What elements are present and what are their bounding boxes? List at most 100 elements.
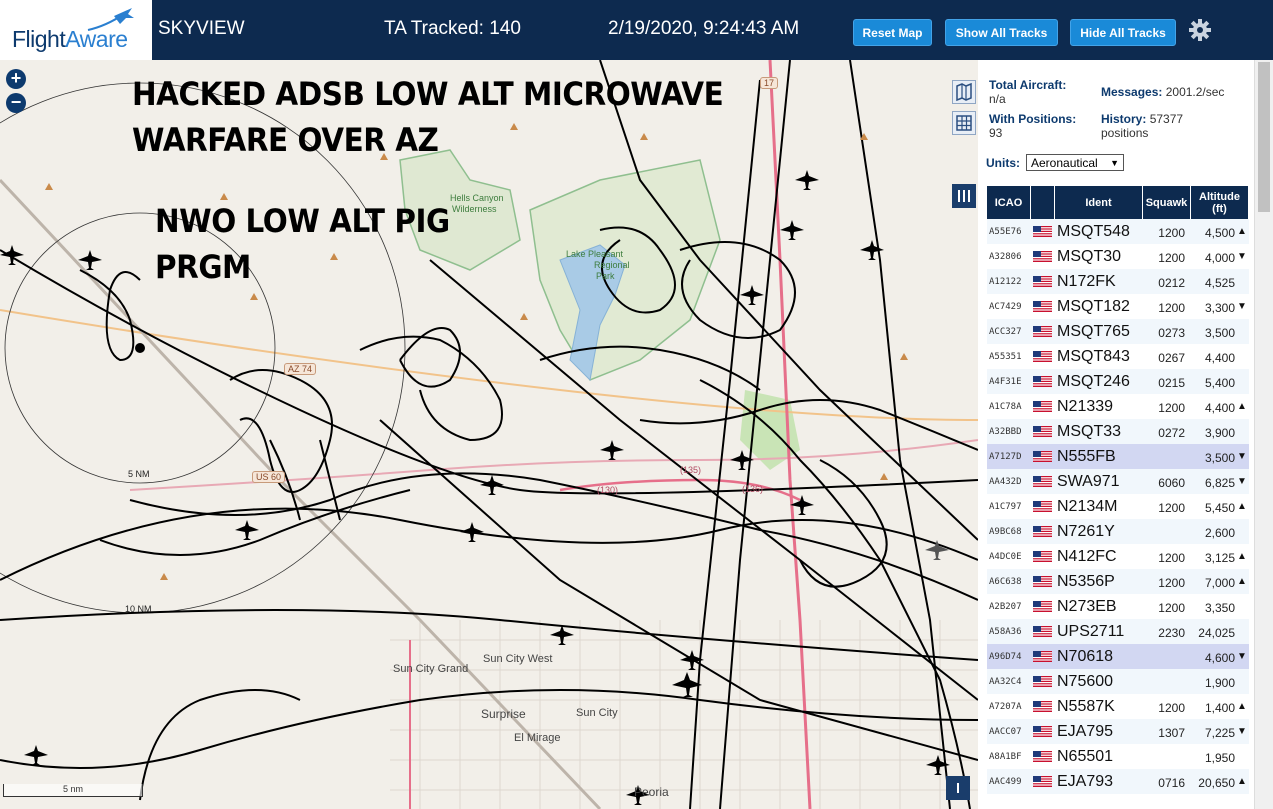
row-icao: A12122 [989,277,1022,287]
table-row[interactable]: A12122 N172FK 0212 4,525 [987,269,1249,294]
table-row[interactable]: AACC07 EJA795 1307 7,225 ▼ [987,719,1249,744]
row-icao: AAC499 [989,777,1022,787]
row-altitude-trend: ▼ [1237,301,1247,312]
place-lake-pleasant: Lake Pleasant [566,249,624,259]
zoom-out-button[interactable]: − [6,93,26,113]
row-altitude-trend: ▲ [1237,701,1247,712]
row-altitude: 3,900 [1204,426,1235,440]
place-hells-canyon: Hells Canyon [450,193,504,203]
us-flag-icon [1033,301,1052,312]
col-icao[interactable]: ICAO [987,186,1031,219]
logo-text: FlightAware [12,26,128,52]
units-select[interactable]: Aeronautical ▼ [1026,154,1124,171]
gear-icon[interactable] [1188,18,1212,42]
road-label-us60: US 60 [252,471,286,483]
total-aircraft: Total Aircraft: n/a [989,78,1067,106]
place-sun-city-grand: Sun City Grand [393,663,469,675]
row-altitude: 6,825 [1204,476,1235,490]
road-label-136: (136) [742,484,764,494]
row-icao: AC7429 [989,302,1022,312]
row-altitude: 5,400 [1204,376,1235,390]
table-row[interactable]: A7127D N555FB 3,500 ▼ [987,444,1249,469]
row-icao: A7127D [989,452,1022,462]
table-row[interactable]: A55351 MSQT843 0267 4,400 [987,344,1249,369]
table-row[interactable]: ACC327 MSQT765 0273 3,500 [987,319,1249,344]
row-icao: A8A1BF [989,752,1022,762]
table-row[interactable]: A1C78A N21339 1200 4,400 ▲ [987,394,1249,419]
row-ident: N555FB [1057,448,1116,465]
place-el-mirage: El Mirage [514,732,561,744]
table-row[interactable]: AA32C4 N75600 1,900 [987,669,1249,694]
us-flag-icon [1033,251,1052,262]
top-bar: FlightAware SKYVIEW TA Tracked: 140 2/19… [0,0,1273,60]
zoom-in-button[interactable]: + [6,69,26,89]
hide-all-tracks-button[interactable]: Hide All Tracks [1070,19,1176,46]
map-scale-bar: 5 nm [3,784,143,797]
us-flag-icon [1033,676,1052,687]
table-row[interactable]: A1C797 N2134M 1200 5,450 ▲ [987,494,1249,519]
attribution-button[interactable] [946,776,970,800]
row-ident: N2134M [1057,498,1118,515]
table-row[interactable]: A4DC0E N412FC 1200 3,125 ▲ [987,544,1249,569]
row-icao: A1C797 [989,502,1022,512]
us-flag-icon [1033,701,1052,712]
row-altitude: 4,000 [1204,251,1235,265]
us-flag-icon [1033,776,1052,787]
row-icao: A32BBD [989,427,1022,437]
us-flag-icon [1033,426,1052,437]
row-altitude-trend: ▼ [1237,726,1247,737]
map-grid-button[interactable] [952,111,976,135]
table-row[interactable]: A8A1BF N65501 1,950 [987,744,1249,769]
toggle-sidebar-button[interactable] [952,184,976,208]
row-squawk: 6060 [1158,476,1185,490]
row-icao: A9BC68 [989,527,1022,537]
col-ident[interactable]: Ident [1055,186,1143,219]
map-view[interactable]: + − HACKED ADSB LOW ALT MICROWAVE WARFAR… [0,60,978,809]
table-row[interactable]: A32BBD MSQT33 0272 3,900 [987,419,1249,444]
scrollbar-thumb[interactable] [1258,62,1270,212]
row-ident: EJA793 [1057,773,1114,790]
col-altitude[interactable]: Altitude (ft) [1191,186,1249,219]
row-icao: A32806 [989,252,1022,262]
row-altitude-trend: ▲ [1237,776,1247,787]
us-flag-icon [1033,476,1052,487]
col-squawk[interactable]: Squawk [1143,186,1191,219]
col-flag[interactable] [1031,186,1055,219]
row-altitude: 3,350 [1204,601,1235,615]
panel-scrollbar[interactable] [1254,60,1273,809]
map-icon [956,82,972,102]
row-icao: A6C638 [989,577,1022,587]
flightaware-logo[interactable]: FlightAware [0,0,152,60]
row-squawk: 0272 [1158,426,1185,440]
table-row[interactable]: A2B207 N273EB 1200 3,350 [987,594,1249,619]
place-sun-city-west: Sun City West [483,653,553,665]
road-label-az74: AZ 74 [284,363,317,375]
table-row[interactable]: AAC499 EJA793 0716 20,650 ▲ [987,769,1249,794]
map-canvas[interactable] [0,60,978,809]
table-row[interactable]: A6C638 N5356P 1200 7,000 ▲ [987,569,1249,594]
row-ident: MSQT246 [1057,373,1130,390]
row-squawk: 1200 [1158,301,1185,315]
show-all-tracks-button[interactable]: Show All Tracks [945,19,1058,46]
map-layers-button[interactable] [952,80,976,104]
reset-map-button[interactable]: Reset Map [853,19,932,46]
table-row[interactable]: AC7429 MSQT182 1200 3,300 ▼ [987,294,1249,319]
row-squawk: 2230 [1158,626,1185,640]
table-row[interactable]: A55E76 MSQT548 1200 4,500 ▲ [987,219,1249,244]
row-icao: AA432D [989,477,1022,487]
table-row[interactable]: A96D74 N70618 4,600 ▼ [987,644,1249,669]
row-ident: N70618 [1057,648,1114,665]
table-row[interactable]: A4F31E MSQT246 0215 5,400 [987,369,1249,394]
row-squawk: 1200 [1158,701,1185,715]
us-flag-icon [1033,501,1052,512]
table-row[interactable]: A32806 MSQT30 1200 4,000 ▼ [987,244,1249,269]
table-row[interactable]: AA432D SWA971 6060 6,825 ▼ [987,469,1249,494]
table-row[interactable]: A7207A N5587K 1200 1,400 ▲ [987,694,1249,719]
table-row[interactable]: A58A36 UPS2711 2230 24,025 [987,619,1249,644]
row-ident: EJA795 [1057,723,1114,740]
row-altitude: 4,500 [1204,226,1235,240]
row-altitude-trend: ▲ [1237,551,1247,562]
overlay-text-line3: NWO LOW ALT PIG [155,202,450,240]
table-row[interactable]: A9BC68 N7261Y 2,600 [987,519,1249,544]
datetime: 2/19/2020, 9:24:43 AM [608,18,800,39]
